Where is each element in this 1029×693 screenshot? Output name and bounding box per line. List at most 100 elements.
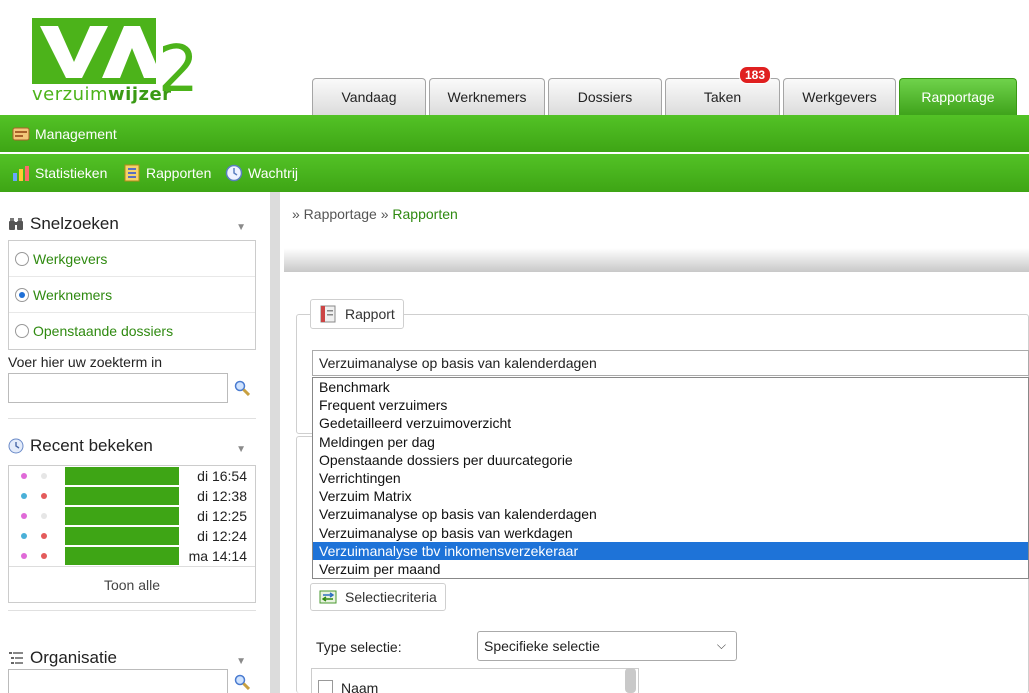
bar-chart-icon	[12, 164, 30, 182]
logo-version: 2	[158, 33, 199, 107]
report-icon	[123, 164, 141, 182]
type-selectie-value: Specifieke selectie	[484, 638, 600, 654]
recent-time: di 12:38	[197, 488, 247, 504]
rapport-option[interactable]: Benchmark	[313, 378, 1028, 396]
task-count-badge: 183	[738, 66, 771, 84]
tree-list-icon	[8, 650, 24, 666]
radio-button[interactable]	[15, 324, 29, 338]
status-dot	[21, 533, 27, 539]
recent-time: di 16:54	[197, 468, 247, 484]
radio-label: Werkgevers	[33, 250, 108, 267]
binoculars-icon	[8, 216, 24, 232]
tab-taken[interactable]: Taken 183	[665, 66, 780, 115]
redacted-name	[65, 527, 179, 545]
type-selectie-select[interactable]: Specifieke selectie ⌵	[477, 631, 737, 661]
status-dot	[41, 513, 47, 519]
rapporten-label: Rapporten	[146, 165, 212, 181]
naam-label: Naam	[341, 680, 379, 693]
organisatie-search-input[interactable]	[8, 669, 228, 693]
organisatie-header[interactable]: Organisatie	[8, 648, 117, 668]
rapport-legend: Rapport	[310, 299, 404, 329]
tab-label: Vandaag	[341, 89, 397, 105]
status-dot	[21, 493, 27, 499]
rapport-option[interactable]: Meldingen per dag	[313, 433, 1028, 451]
naam-checkbox[interactable]	[318, 680, 333, 693]
tab-vandaag[interactable]: Vandaag	[312, 78, 426, 115]
recent-item[interactable]: ma 14:14	[9, 546, 255, 566]
divider	[8, 418, 256, 419]
rapport-option[interactable]: Verzuim per maand	[313, 560, 1028, 578]
rapporten-link[interactable]: Rapporten	[123, 154, 211, 192]
recent-item[interactable]: di 16:54	[9, 466, 255, 486]
snelzoeken-options: Werkgevers Werknemers Openstaande dossiers	[8, 240, 256, 350]
tab-rapportage[interactable]: Rapportage	[899, 78, 1017, 115]
radio-button[interactable]	[15, 287, 29, 302]
chevron-down-icon[interactable]: ▼	[236, 656, 246, 667]
organisatie-title: Organisatie	[30, 648, 117, 667]
rapport-legend-label: Rapport	[345, 306, 395, 322]
chevron-down-icon[interactable]: ▼	[236, 222, 246, 233]
chevron-down-icon: ⌵	[716, 638, 726, 652]
status-dot	[41, 493, 47, 499]
sidebar-splitter[interactable]	[270, 192, 280, 693]
wachtrij-label: Wachtrij	[248, 165, 299, 181]
divider	[8, 610, 256, 611]
search-icon[interactable]	[234, 674, 251, 691]
rapport-option[interactable]: Verzuimanalyse op basis van werkdagen	[313, 524, 1028, 542]
type-selectie-label: Type selectie:	[316, 639, 402, 655]
report-icon	[319, 305, 337, 323]
rapport-option[interactable]: Verzuimanalyse tbv inkomensverzekeraar	[313, 541, 1028, 560]
breadcrumb-prefix[interactable]: » Rapportage »	[292, 206, 392, 222]
recent-item[interactable]: di 12:38	[9, 486, 255, 506]
snelzoeken-title: Snelzoeken	[30, 214, 119, 233]
breadcrumb-current: Rapporten	[392, 206, 458, 222]
recent-time: di 12:24	[197, 528, 247, 544]
sidebar: Snelzoeken ▼ Werkgevers Werknemers Opensta…	[0, 192, 266, 693]
toon-alle-link[interactable]: Toon alle	[9, 566, 255, 602]
submenu-bar: Statistieken Rapporten Wachtrij	[0, 154, 1029, 192]
chevron-down-icon[interactable]: ▼	[236, 444, 246, 455]
status-dot	[21, 473, 27, 479]
radio-label: Werknemers	[33, 286, 113, 303]
recent-header[interactable]: Recent bekeken	[8, 436, 153, 456]
search-icon[interactable]	[234, 380, 251, 397]
clock-icon	[8, 438, 24, 454]
tab-label: Werknemers	[447, 89, 527, 105]
rapport-option[interactable]: Openstaande dossiers per duurcategorie	[313, 451, 1028, 469]
rapport-option[interactable]: Verzuim Matrix	[313, 487, 1028, 505]
rapport-select[interactable]: Verzuimanalyse op basis van kalenderdage…	[312, 350, 1029, 376]
tab-label: Dossiers	[577, 89, 633, 105]
tab-dossiers[interactable]: Dossiers	[548, 78, 662, 115]
redacted-name	[65, 547, 179, 565]
rapport-option[interactable]: Gedetailleerd verzuimoverzicht	[313, 414, 1028, 432]
naam-list-scrollbar[interactable]	[625, 668, 636, 693]
breadcrumb: » Rapportage » Rapporten	[292, 206, 458, 222]
module-bar: Management	[0, 115, 1029, 152]
radio-option[interactable]: Werkgevers	[9, 241, 255, 277]
rapport-option[interactable]: Verrichtingen	[313, 469, 1028, 487]
status-dot	[21, 513, 27, 519]
recent-time: di 12:25	[197, 508, 247, 524]
clock-icon	[225, 164, 243, 182]
statistieken-link[interactable]: Statistieken	[12, 154, 107, 192]
redacted-name	[65, 467, 179, 485]
radio-option[interactable]: Werknemers	[9, 277, 255, 313]
tab-werkgevers[interactable]: Werkgevers	[783, 78, 896, 115]
rapport-option[interactable]: Verzuimanalyse op basis van kalenderdage…	[313, 505, 1028, 523]
recent-item[interactable]: di 12:24	[9, 526, 255, 546]
search-input[interactable]	[8, 373, 228, 403]
radio-option[interactable]: Openstaande dossiers	[9, 313, 255, 349]
recent-item[interactable]: di 12:25	[9, 506, 255, 526]
statistieken-label: Statistieken	[35, 165, 108, 181]
tab-label: Werkgevers	[802, 89, 877, 105]
management-menu[interactable]: Management	[12, 115, 117, 152]
rapport-option[interactable]: Frequent verzuimers	[313, 396, 1028, 414]
wachtrij-link[interactable]: Wachtrij	[225, 154, 298, 192]
management-label: Management	[35, 125, 117, 142]
tab-label: Taken	[703, 89, 742, 105]
verzuimwijzer-logo[interactable]: verzuimwijzer 2	[32, 18, 212, 108]
search-label: Voer hier uw zoekterm in	[8, 354, 163, 370]
snelzoeken-header[interactable]: Snelzoeken	[8, 214, 119, 234]
tab-werknemers[interactable]: Werknemers	[429, 78, 545, 115]
radio-button[interactable]	[15, 251, 29, 266]
